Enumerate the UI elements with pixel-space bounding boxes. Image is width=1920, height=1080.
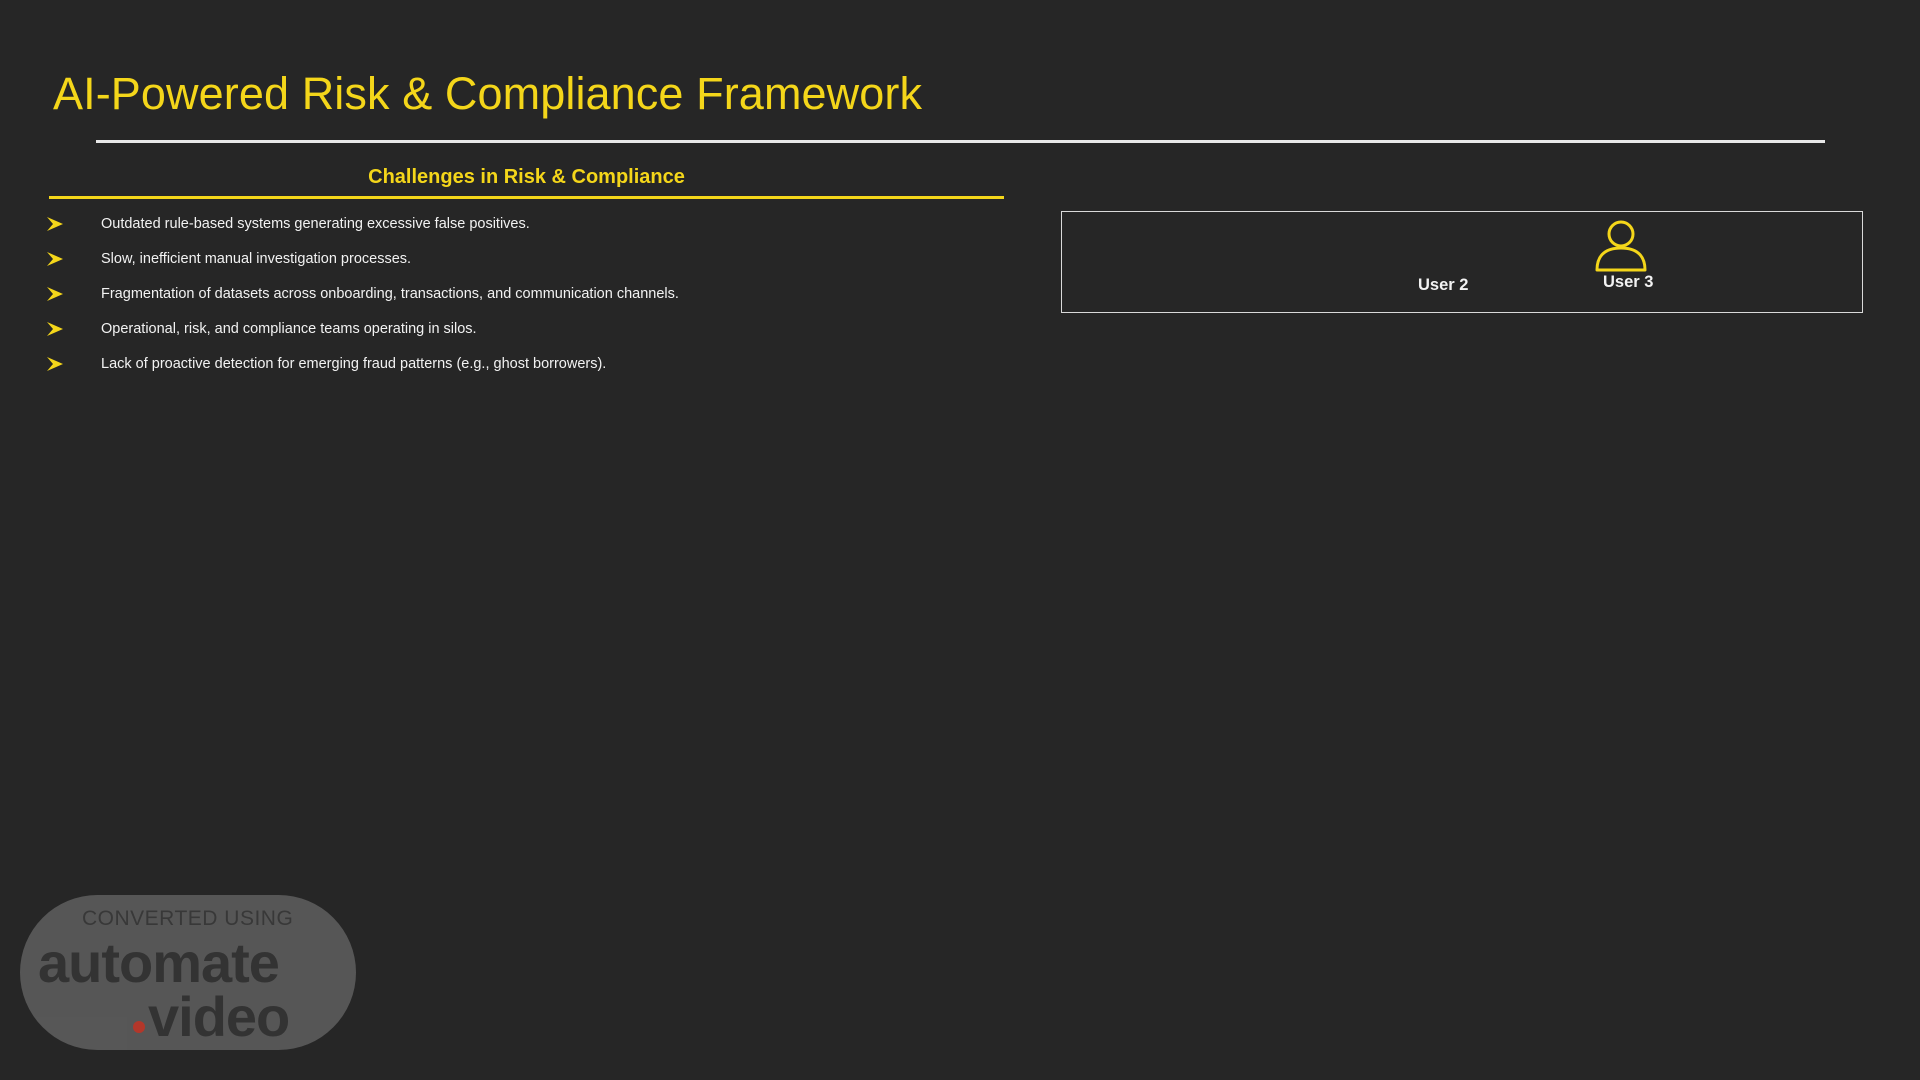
users-panel: User 2 User 3 — [1061, 211, 1863, 313]
arrow-bullet-icon — [47, 216, 63, 231]
challenge-text: Operational, risk, and compliance teams … — [101, 320, 477, 337]
list-item: Slow, inefficient manual investigation p… — [45, 241, 679, 276]
arrow-bullet-icon — [47, 251, 63, 266]
watermark-dot-icon — [133, 1021, 145, 1033]
watermark-logo-word: automate — [38, 931, 280, 994]
slide-title: AI-Powered Risk & Compliance Framework — [53, 68, 923, 119]
list-item: Operational, risk, and compliance teams … — [45, 311, 679, 346]
challenges-divider — [49, 196, 1004, 199]
watermark-caption: CONVERTED USING — [82, 907, 294, 930]
list-item: Fragmentation of datasets across onboard… — [45, 276, 679, 311]
challenge-text: Fragmentation of datasets across onboard… — [101, 285, 679, 302]
challenge-text: Slow, inefficient manual investigation p… — [101, 250, 412, 267]
challenge-text: Outdated rule-based systems generating e… — [101, 215, 530, 232]
challenges-heading: Challenges in Risk & Compliance — [368, 166, 685, 188]
list-item: Outdated rule-based systems generating e… — [45, 206, 679, 241]
arrow-bullet-icon — [47, 356, 63, 371]
arrow-bullet-icon — [47, 286, 63, 301]
user-2-label: User 2 — [1418, 276, 1469, 294]
challenge-text: Lack of proactive detection for emerging… — [101, 355, 607, 372]
challenges-list: Outdated rule-based systems generating e… — [45, 206, 679, 381]
watermark-logo-suffix: video — [148, 985, 290, 1048]
title-divider — [96, 140, 1825, 143]
arrow-bullet-icon — [47, 321, 63, 336]
user-icon — [1595, 220, 1647, 272]
list-item: Lack of proactive detection for emerging… — [45, 346, 679, 381]
user-3-label: User 3 — [1603, 273, 1654, 291]
watermark-badge: CONVERTED USING automate video — [20, 895, 356, 1050]
